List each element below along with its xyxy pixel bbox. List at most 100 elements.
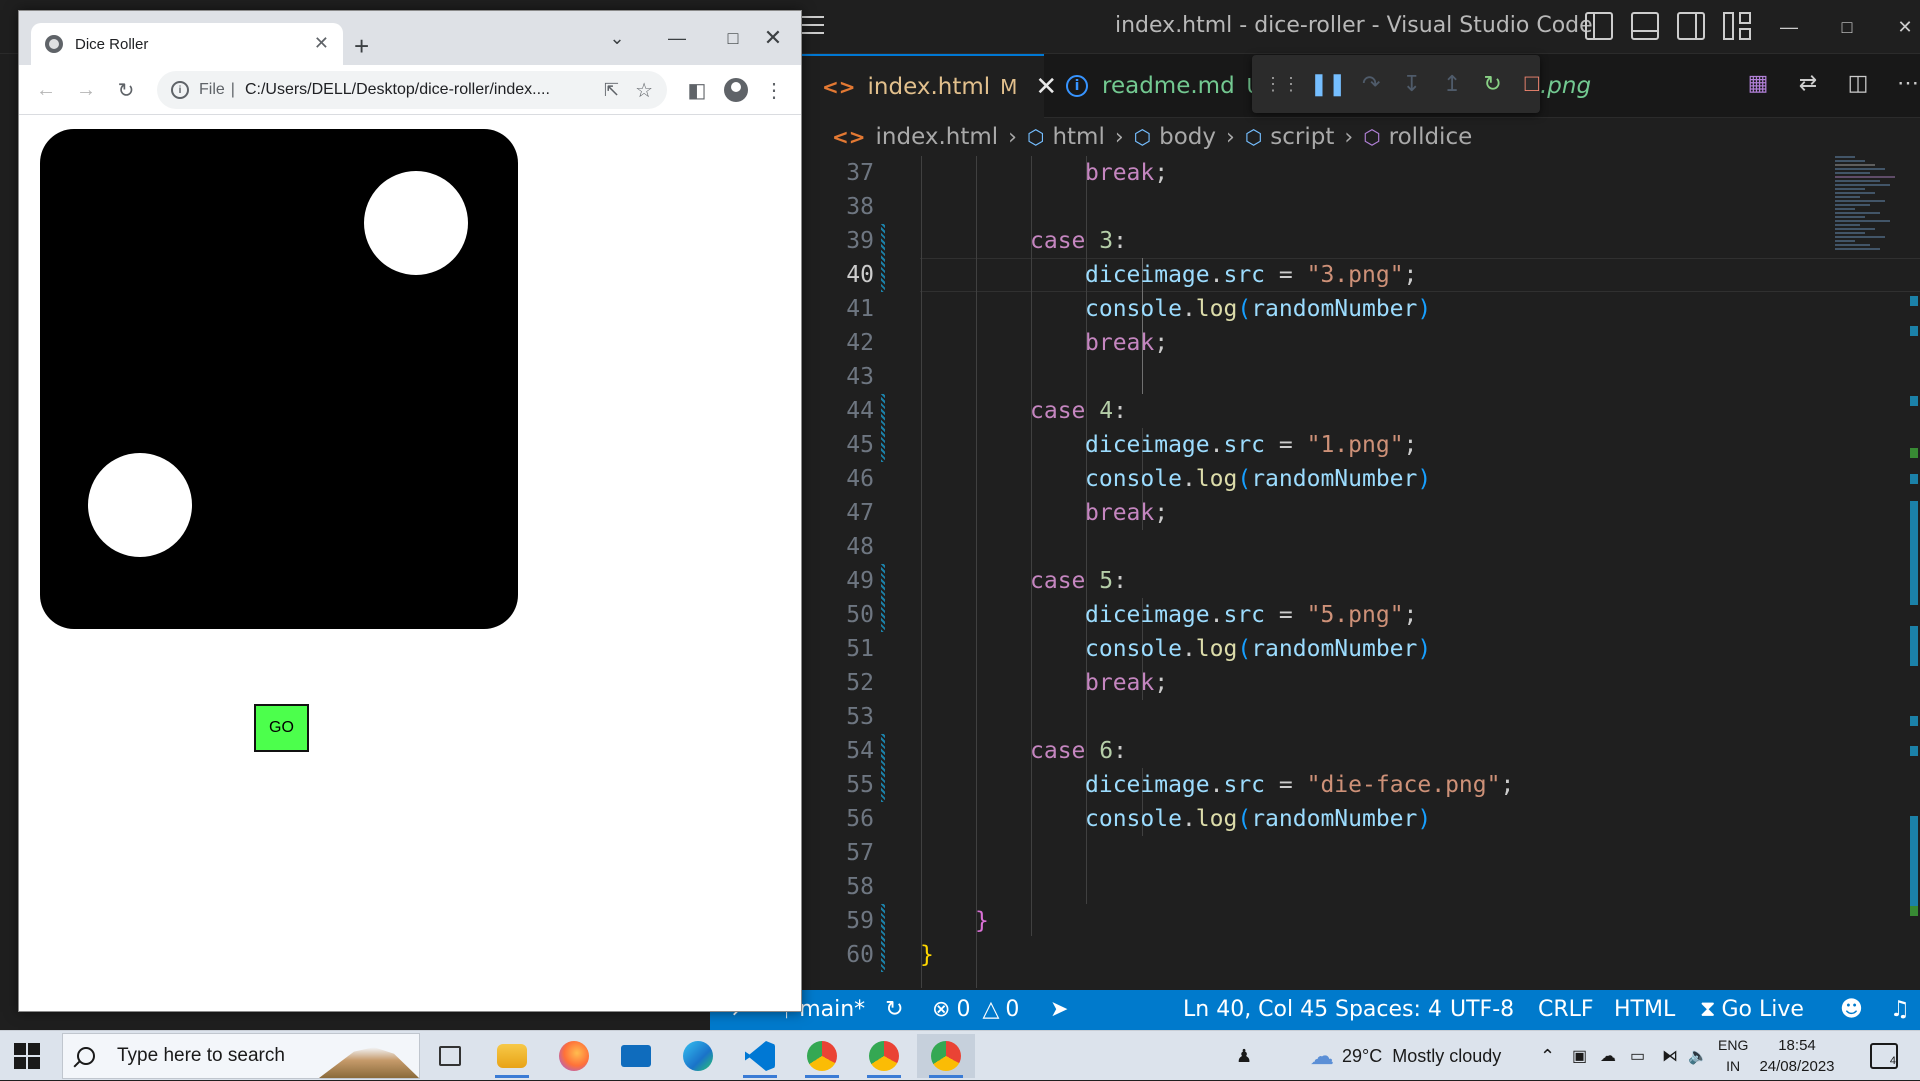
language-mode[interactable]: HTML xyxy=(1614,990,1675,1030)
code-line[interactable]: 45 diceimage.src = "1.png"; xyxy=(800,428,1910,462)
code-line[interactable]: 37 break; xyxy=(800,156,1910,190)
step-into-icon[interactable]: ↧ xyxy=(1402,71,1420,97)
drag-handle-icon[interactable]: ⋮⋮ xyxy=(1264,71,1300,97)
notification-center-icon[interactable]: 4 xyxy=(1870,1043,1898,1069)
debug-status-icon[interactable]: ➤ xyxy=(1050,990,1068,1030)
code-line[interactable]: 44 case 4: xyxy=(800,394,1910,428)
breadcrumb-body[interactable]: ⬡ body xyxy=(1134,124,1216,150)
firefox-icon[interactable] xyxy=(545,1034,603,1078)
hamburger-menu-icon[interactable] xyxy=(800,16,824,38)
code-line[interactable]: 49 case 5: xyxy=(800,564,1910,598)
open-changes-icon[interactable]: ⇄ xyxy=(1795,70,1821,96)
chrome-profile-icon[interactable] xyxy=(793,1034,851,1078)
code-line[interactable]: 38 xyxy=(800,190,1910,224)
back-icon[interactable]: ← xyxy=(33,77,59,103)
code-line[interactable]: 42 break; xyxy=(800,326,1910,360)
side-panel-icon[interactable]: ◧ xyxy=(684,77,710,103)
breadcrumb-rolldice[interactable]: ⬡ rolldice xyxy=(1363,124,1472,150)
code-line[interactable]: 60} xyxy=(800,938,1910,972)
browser-tab[interactable]: Dice Roller ✕ xyxy=(31,23,343,65)
meet-icon[interactable]: ▣ xyxy=(1572,1031,1587,1081)
close-button[interactable]: ✕ xyxy=(745,11,801,65)
maximize-button[interactable]: □ xyxy=(1818,0,1876,54)
more-menu-icon[interactable]: ⋮ xyxy=(761,77,787,103)
end-of-line[interactable]: CRLF xyxy=(1538,990,1594,1030)
task-view-icon[interactable] xyxy=(421,1034,479,1078)
stop-icon[interactable]: □ xyxy=(1524,70,1540,97)
breadcrumb-script[interactable]: ⬡ script xyxy=(1245,124,1335,150)
feedback-icon[interactable]: ☻ xyxy=(1840,990,1863,1030)
code-line[interactable]: 48 xyxy=(800,530,1910,564)
input-language[interactable]: ENG IN xyxy=(1718,1035,1748,1077)
site-info-icon[interactable]: i xyxy=(171,81,189,99)
breadcrumb-html[interactable]: ⬡ html xyxy=(1027,124,1105,150)
encoding[interactable]: UTF-8 xyxy=(1450,990,1514,1030)
vscode-icon[interactable] xyxy=(731,1034,789,1078)
share-icon[interactable]: ⇱ xyxy=(604,80,619,101)
code-line[interactable]: 47 break; xyxy=(800,496,1910,530)
toggle-secondary-sidebar-icon[interactable] xyxy=(1677,12,1705,40)
minimize-button[interactable]: — xyxy=(649,11,705,65)
code-line[interactable]: 43 xyxy=(800,360,1910,394)
code-line[interactable]: 54 case 6: xyxy=(800,734,1910,768)
tab-search-icon[interactable]: ⌄ xyxy=(589,11,645,65)
code-line[interactable]: 46 console.log(randomNumber) xyxy=(800,462,1910,496)
code-line[interactable]: 52 break; xyxy=(800,666,1910,700)
address-bar[interactable]: i File | C:/Users/DELL/Desktop/dice-roll… xyxy=(157,71,667,109)
code-line[interactable]: 40 diceimage.src = "3.png"; xyxy=(800,258,1910,292)
people-icon[interactable]: ♟ xyxy=(1236,1031,1252,1081)
code-line[interactable]: 50 diceimage.src = "5.png"; xyxy=(800,598,1910,632)
file-explorer-icon[interactable] xyxy=(483,1034,541,1078)
code-line[interactable]: 59} xyxy=(800,904,1910,938)
show-hidden-icons[interactable]: ⌃ xyxy=(1540,1031,1555,1081)
forward-icon[interactable]: → xyxy=(73,77,99,103)
code-line[interactable]: 55 diceimage.src = "die-face.png"; xyxy=(800,768,1910,802)
code-line[interactable]: 56 console.log(randomNumber) xyxy=(800,802,1910,836)
code-line[interactable]: 53 xyxy=(800,700,1910,734)
more-actions-icon[interactable]: ⋯ xyxy=(1895,70,1920,96)
indentation[interactable]: Spaces: 4 xyxy=(1335,990,1442,1030)
volume-icon[interactable]: 🔈 xyxy=(1688,1031,1708,1081)
code-line[interactable]: 58 xyxy=(800,870,1910,904)
bell-icon[interactable]: ♫ xyxy=(1890,990,1910,1030)
battery-icon[interactable]: ▭ xyxy=(1630,1031,1645,1081)
minimap[interactable] xyxy=(1835,156,1905,296)
toggle-panel-icon[interactable] xyxy=(1631,12,1659,40)
chrome-profile-p-icon[interactable] xyxy=(855,1034,913,1078)
code-editor[interactable]: 37 break; 38 39 case 3: 40 diceimage.src = "3.… xyxy=(800,156,1920,988)
go-button[interactable]: GO xyxy=(254,704,309,752)
close-tab-icon[interactable]: ✕ xyxy=(314,33,329,54)
tab-png-partial[interactable]: .png xyxy=(1540,54,1591,118)
preview-icon[interactable]: ▦ xyxy=(1745,70,1771,96)
onedrive-icon[interactable]: ☁ xyxy=(1600,1031,1616,1081)
chrome-icon[interactable] xyxy=(917,1034,975,1078)
split-editor-icon[interactable]: ◫ xyxy=(1845,70,1871,96)
code-line[interactable]: 39 case 3: xyxy=(800,224,1910,258)
problems-indicator[interactable]: ⊗ 0 △ 0 xyxy=(932,990,1019,1030)
step-over-icon[interactable]: ↷ xyxy=(1362,71,1380,97)
close-button[interactable]: ✕ xyxy=(1876,0,1920,54)
windows-start-icon[interactable] xyxy=(14,1043,40,1069)
code-line[interactable]: 57 xyxy=(800,836,1910,870)
taskbar-search[interactable]: Type here to search xyxy=(62,1033,420,1079)
profile-icon[interactable] xyxy=(723,77,749,103)
cursor-position[interactable]: Ln 40, Col 45 xyxy=(1183,990,1328,1030)
bookmark-star-icon[interactable]: ☆ xyxy=(635,78,653,103)
restart-icon[interactable]: ↻ xyxy=(1483,71,1501,97)
mail-icon[interactable] xyxy=(607,1034,665,1078)
edge-icon[interactable] xyxy=(669,1034,727,1078)
scrollbar-overview[interactable] xyxy=(1910,156,1920,986)
step-out-icon[interactable]: ↥ xyxy=(1443,71,1461,97)
code-line[interactable]: 51 console.log(randomNumber) xyxy=(800,632,1910,666)
breadcrumb-file[interactable]: <> index.html xyxy=(832,124,998,150)
go-live-button[interactable]: ⧗ Go Live xyxy=(1700,990,1804,1030)
clock[interactable]: 18:54 24/08/2023 xyxy=(1752,1035,1842,1077)
pause-icon[interactable]: ❚❚ xyxy=(1310,71,1347,97)
weather-widget[interactable]: ☁ 29°C Mostly cloudy xyxy=(1310,1031,1501,1081)
code-line[interactable]: 41 console.log(randomNumber) xyxy=(800,292,1910,326)
wifi-icon[interactable]: ⧑ xyxy=(1662,1031,1678,1081)
minimize-button[interactable]: — xyxy=(1760,0,1818,54)
toggle-primary-sidebar-icon[interactable] xyxy=(1585,12,1613,40)
new-tab-button[interactable]: + xyxy=(354,31,369,62)
customize-layout-icon[interactable] xyxy=(1723,12,1751,40)
